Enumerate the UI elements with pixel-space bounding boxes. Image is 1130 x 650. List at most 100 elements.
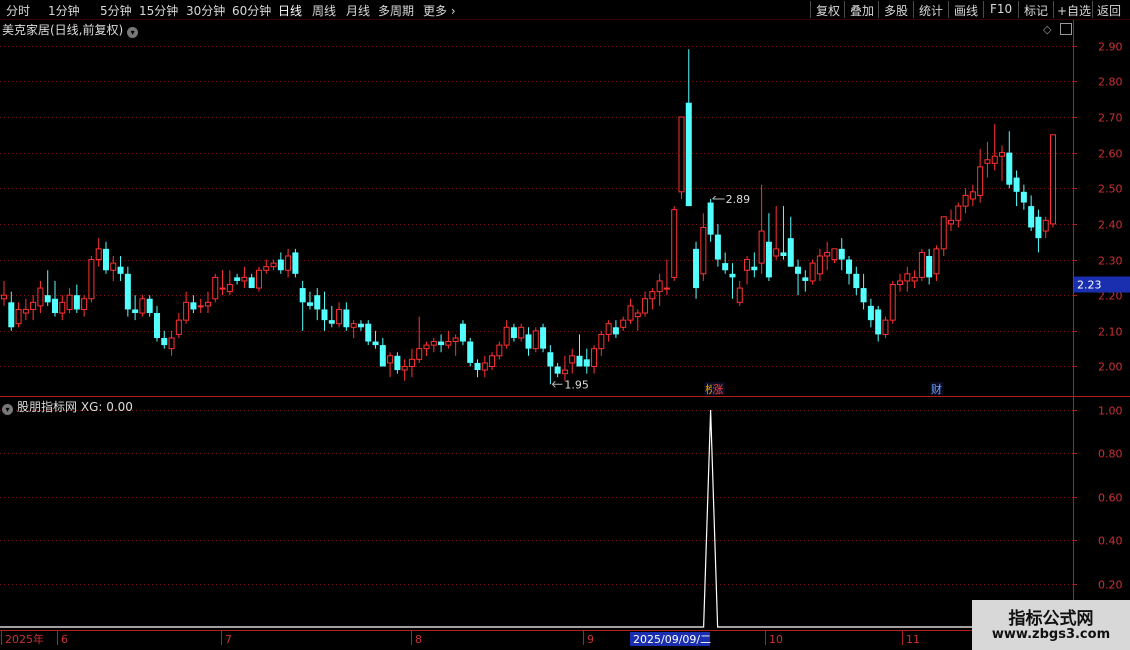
candle-up <box>139 298 146 314</box>
candle-up <box>642 298 649 314</box>
candle-down <box>234 277 241 281</box>
y-tick-label: 2.30 <box>1098 255 1123 268</box>
candle-up <box>889 284 896 321</box>
candle-up <box>897 280 904 286</box>
candle-up <box>1 294 7 300</box>
candle-down <box>438 341 445 346</box>
candle-down <box>693 248 700 289</box>
candle-down <box>846 259 853 274</box>
kline-chart-svg[interactable]: 2.902.802.702.602.502.402.302.202.102.00… <box>0 0 1130 650</box>
low-pointer <box>552 380 563 388</box>
candle-up <box>940 216 947 250</box>
candle-up <box>627 305 634 321</box>
high-price-label: 2.89 <box>726 193 751 206</box>
y-tick-label: 2.90 <box>1098 41 1123 54</box>
diamond-icon[interactable]: ◇ <box>1043 23 1051 36</box>
candle-up <box>620 319 627 328</box>
candle-up <box>408 358 415 367</box>
stock-title-text: 美克家居(日线,前复权) <box>2 23 124 37</box>
candle-down <box>1035 216 1042 239</box>
candle-up <box>81 298 88 310</box>
candle-down <box>685 102 692 207</box>
candle-down <box>875 309 882 335</box>
candle-up <box>758 230 765 264</box>
panel-toggle-icon[interactable] <box>1060 23 1072 35</box>
candle-down <box>277 259 284 271</box>
candle-up <box>30 301 37 310</box>
candle-up <box>744 259 751 271</box>
candle-down <box>1006 152 1013 185</box>
candle-down <box>867 305 874 321</box>
y-tick-label: 2.50 <box>1098 183 1123 196</box>
low-price-label: 1.95 <box>564 378 589 391</box>
date-label: 8 <box>415 633 422 646</box>
candle-down <box>722 263 729 271</box>
y-tick-label: 2.40 <box>1098 219 1123 232</box>
candle-up <box>911 276 918 282</box>
candle-up <box>88 259 95 300</box>
date-label: 9 <box>587 633 594 646</box>
candle-down <box>780 252 787 256</box>
candle-up <box>678 116 685 193</box>
candle-up <box>263 266 270 271</box>
candle-up <box>984 159 991 164</box>
watermark: 指标公式网 www.zbgs3.com <box>972 600 1130 650</box>
candle-up <box>15 308 22 325</box>
dropdown-circle-icon[interactable]: ▾ <box>127 27 139 38</box>
candle-up <box>197 305 204 308</box>
candle-down <box>474 362 481 371</box>
candle-down <box>838 248 845 260</box>
candle-down <box>802 277 809 281</box>
candle-down <box>314 295 321 310</box>
y-tick-label: 2.60 <box>1098 148 1123 161</box>
candle-up <box>977 166 984 196</box>
candle-up <box>969 191 976 200</box>
candle-down <box>343 309 350 328</box>
date-highlight-label: 2025/09/09/二 <box>633 633 711 646</box>
candle-up <box>219 287 226 290</box>
candle-up <box>416 348 423 360</box>
candle-up <box>824 251 831 257</box>
candle-up <box>605 323 612 335</box>
candle-up <box>241 276 248 282</box>
candle-down <box>853 273 860 289</box>
candle-down <box>707 202 714 235</box>
candle-down <box>102 248 109 271</box>
dropdown-circle-icon[interactable]: ▾ <box>2 404 13 415</box>
candle-up <box>183 301 190 321</box>
candle-up <box>212 276 219 300</box>
candle-up <box>671 209 678 278</box>
candle-down <box>554 366 561 374</box>
indicator-y-tick-label: 0.40 <box>1098 535 1123 548</box>
candle-down <box>328 320 335 324</box>
candle-up <box>489 355 496 367</box>
candle-down <box>612 327 619 335</box>
candle-up <box>423 344 430 350</box>
candle-up <box>948 219 955 225</box>
candle-up <box>430 341 437 346</box>
candle-up <box>22 308 29 314</box>
event-marker: 涨 <box>712 383 723 396</box>
date-label: 11 <box>906 633 920 646</box>
candle-up <box>387 355 394 364</box>
candle-down <box>525 334 532 349</box>
candle-up <box>481 362 488 371</box>
candle-up <box>962 194 969 207</box>
candle-up <box>110 262 117 271</box>
y-tick-label: 2.80 <box>1098 76 1123 89</box>
candle-down <box>547 352 554 367</box>
date-label: 6 <box>61 633 68 646</box>
candle-down <box>583 359 590 367</box>
candle-up <box>882 319 889 335</box>
candle-up <box>445 341 452 346</box>
xg-indicator-line <box>0 409 1073 628</box>
candle-down <box>306 302 313 306</box>
candle-down <box>124 273 131 310</box>
candle-down <box>510 327 517 338</box>
candle-up <box>598 333 605 350</box>
candle-down <box>394 355 401 371</box>
candle-down <box>292 252 299 274</box>
candle-down <box>190 302 197 310</box>
candle-up <box>503 326 510 346</box>
candle-down <box>459 323 466 342</box>
